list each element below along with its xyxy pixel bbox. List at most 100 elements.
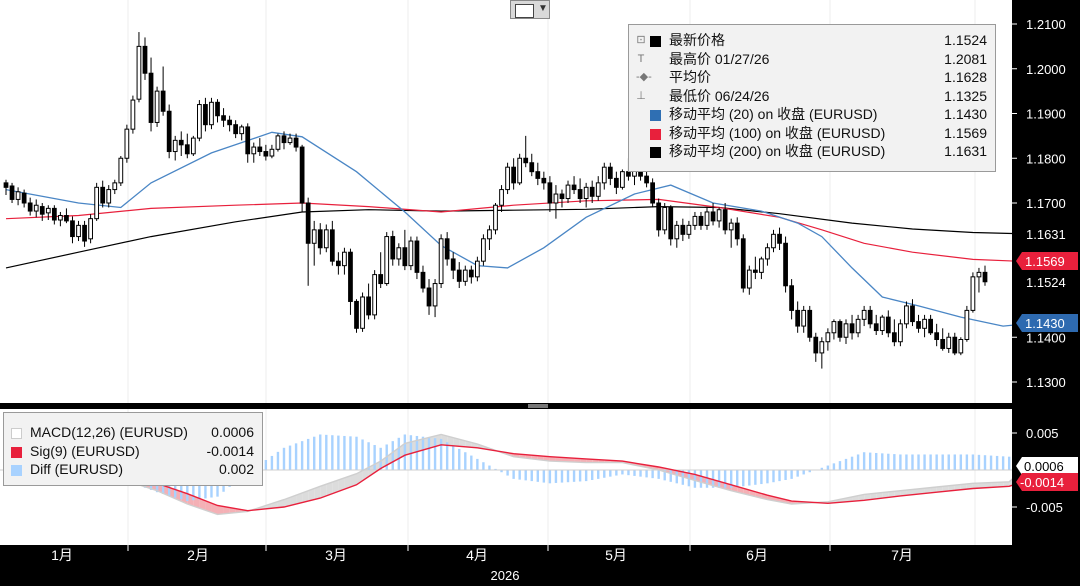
candle [487,229,492,240]
candle [505,166,510,191]
candle [873,323,879,332]
candle [783,242,788,287]
diff-bar [796,470,799,477]
legend-value: 1.1325 [944,87,987,104]
candle [922,318,927,329]
macd-legend: MACD(12,26) (EURUSD) 0.0006 Sig(9) (EURUS… [3,412,263,486]
candle [124,128,130,159]
ma20-tag: 1.1430 [1025,316,1065,331]
candle [541,177,547,184]
diff-bar [633,470,636,476]
y-tick-label: 1.1400 [1026,330,1066,345]
candle [704,211,710,226]
candle [293,137,299,148]
candle [481,238,486,262]
candle [728,222,734,231]
diff-bar [325,434,328,470]
diff-bar [917,454,920,470]
diff-bar [705,470,709,488]
candle [311,229,317,244]
candle [94,186,100,220]
diff-bar [983,455,987,470]
candle [342,251,347,267]
diff-bar [367,442,370,470]
diff-bar [802,470,805,475]
candle [855,318,861,334]
diff-bar [391,441,394,470]
candle [432,283,438,307]
candle [70,220,75,238]
diff-bar [615,470,618,476]
diff-bar [512,470,515,479]
price-legend: ⊡ 最新价格 1.1524 T 最高价 01/27/26 1.2081 -◆- 平均价 1.… [628,24,996,172]
y-tick-label: 1.2000 [1026,62,1066,77]
candle [898,323,903,343]
candle [136,45,142,100]
candle [402,247,408,267]
candle [910,305,915,323]
candle [813,336,819,354]
candle [215,101,220,117]
candle [970,276,976,311]
candle [336,260,341,267]
tree-expand-icon: ⊡ [636,34,646,46]
diff-bar [790,470,793,479]
candle [203,104,208,126]
diff-bar [560,470,564,483]
diff-bar [458,448,461,470]
chevron-down-icon: ▼ [538,3,548,14]
y-tick-label: 1.1900 [1026,107,1066,122]
legend-swatch [650,147,661,158]
candle [789,285,794,311]
candle [964,309,970,340]
candle [275,135,281,150]
candle [444,238,450,260]
candle [879,316,885,332]
diff-bar [887,453,890,470]
diff-bar [989,455,993,470]
diff-bar [331,435,334,470]
diff-bar [590,470,594,480]
diff-bar [282,447,286,470]
candle [3,182,9,188]
high-marker-icon: T [637,52,645,65]
candle [27,202,33,212]
candle [722,209,728,231]
candle [456,269,462,282]
diff-bar [421,436,425,470]
legend-value: 1.2081 [944,50,987,67]
candle [825,332,831,343]
legend-row: 移动平均 (100) on 收盘 (EURUSD) 1.1569 [629,124,995,143]
diff-bar [379,447,382,470]
diff-bar [1007,456,1011,470]
chart-type-button[interactable]: ▼ [510,0,550,19]
legend-label: 平均价 [669,69,711,85]
candle [837,321,843,338]
diff-bar [518,470,521,480]
x-axis [0,545,1080,586]
diff-bar [451,445,455,470]
y-tick-label: 1.1300 [1026,375,1066,390]
candle [366,296,371,316]
diff-bar [935,454,938,470]
candle [148,72,154,123]
legend-row: Diff (EURUSD) 0.002 [4,460,262,479]
candle [178,139,184,146]
diff-bar [748,470,751,486]
diff-bar [572,470,576,482]
legend-row: MACD(12,26) (EURUSD) 0.0006 [4,423,262,442]
diff-bar [270,455,274,470]
candle [523,157,529,164]
candle [221,115,226,121]
legend-row: ⊥ 最低价 06/24/26 1.1325 [629,87,995,106]
legend-label: 最低价 06/24/26 [669,87,770,104]
candle [9,185,15,200]
candle [323,229,329,249]
candle [976,271,982,278]
candle [535,171,541,179]
candle [329,229,335,262]
candle [916,321,921,329]
candle [734,222,740,240]
diff-bar [439,438,443,470]
candle [686,224,692,235]
